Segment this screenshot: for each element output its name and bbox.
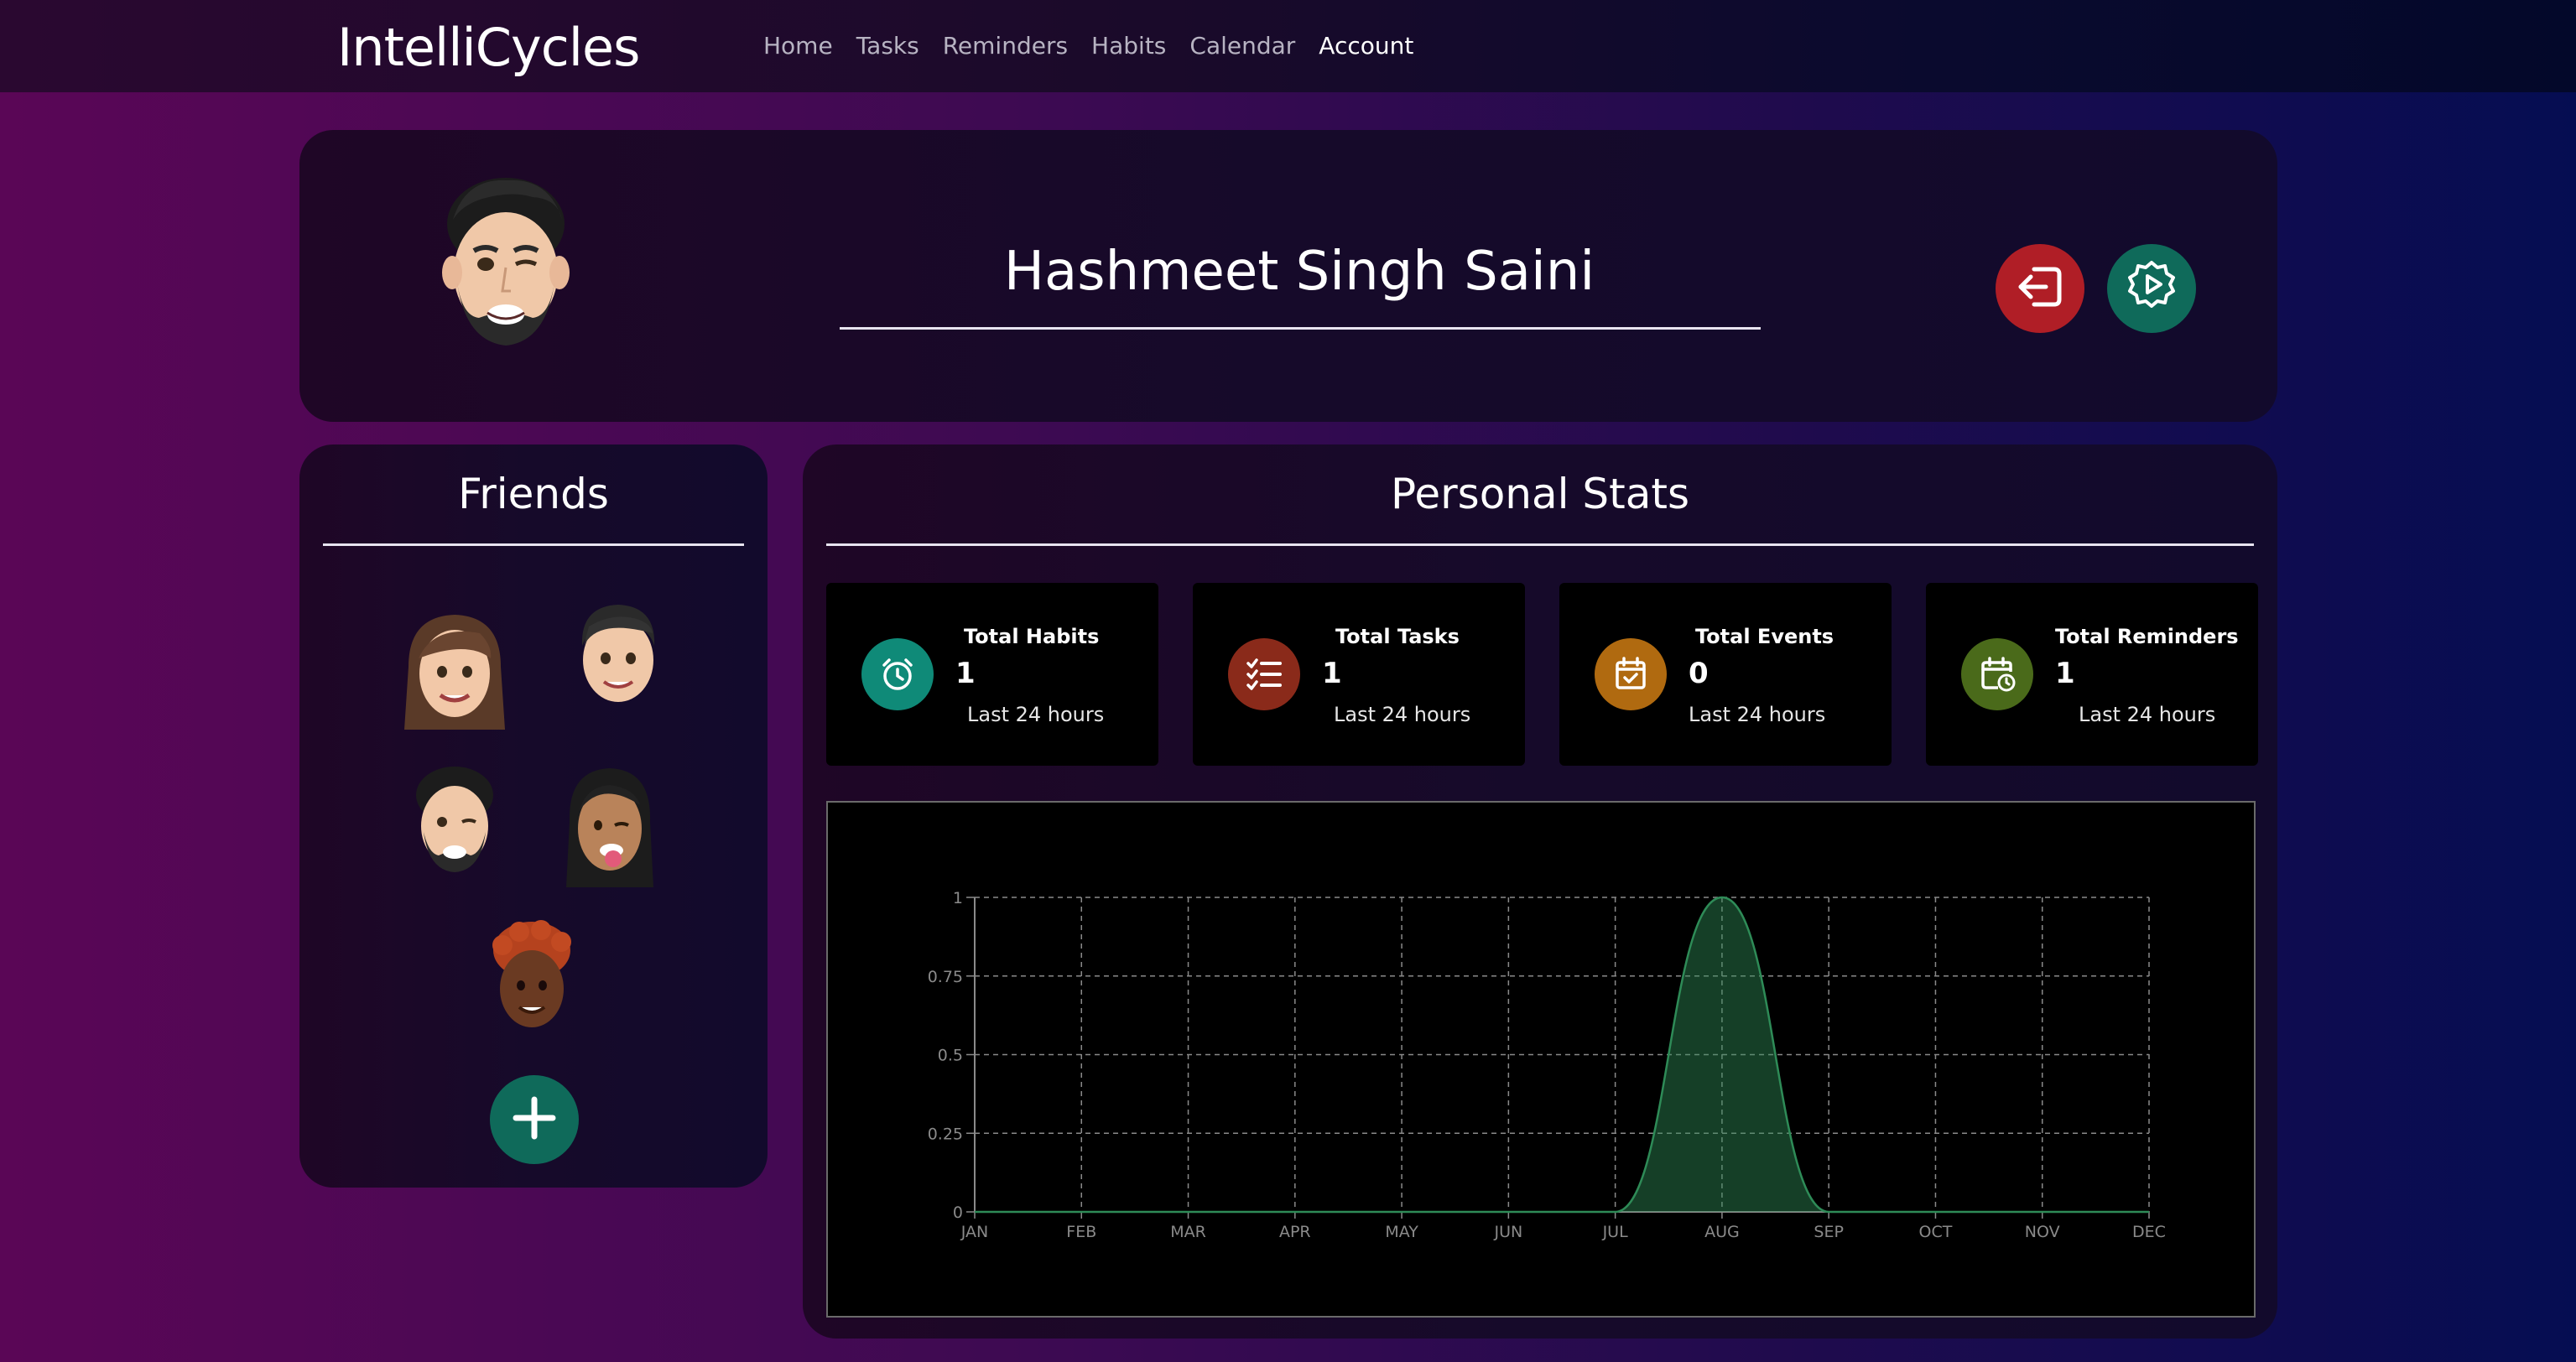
stat-value: 0 bbox=[1689, 657, 1709, 690]
calendar-check-icon bbox=[1595, 638, 1667, 710]
friends-title: Friends bbox=[458, 470, 609, 518]
x-tick-label: MAY bbox=[1385, 1223, 1418, 1241]
y-tick-label: 0 bbox=[953, 1203, 963, 1222]
top-navbar: IntelliCycles Home Tasks Reminders Habit… bbox=[0, 0, 2576, 92]
activity-chart: 0 0.25 0.5 0.75 1 JAN FEB MAR APR MAY JUN JUL AUG SEP… bbox=[826, 801, 2256, 1318]
app-brand[interactable]: IntelliCycles bbox=[337, 17, 640, 78]
stat-card-reminders: Total Reminders 1 Last 24 hours bbox=[1926, 583, 2258, 766]
friends-underline bbox=[323, 543, 744, 546]
calendar-clock-icon bbox=[1961, 638, 2033, 710]
personal-stats-panel: Personal Stats Total Habits 1 Last 24 ho… bbox=[803, 444, 2277, 1339]
x-tick-label: SEP bbox=[1814, 1223, 1844, 1241]
stat-label: Total Tasks bbox=[1335, 625, 1460, 648]
x-tick-label: AUG bbox=[1704, 1223, 1740, 1241]
nav-links: Home Tasks Reminders Habits Calendar Acc… bbox=[763, 32, 1413, 60]
settings-icon bbox=[2122, 257, 2181, 320]
task-list-icon bbox=[1228, 638, 1300, 710]
memoji-avatar-icon bbox=[432, 174, 580, 358]
stat-label: Total Habits bbox=[964, 625, 1100, 648]
x-tick-label: NOV bbox=[2025, 1223, 2060, 1241]
alarm-clock-icon bbox=[861, 638, 934, 710]
x-tick-label: FEB bbox=[1066, 1223, 1096, 1241]
stat-sub: Last 24 hours bbox=[1689, 703, 1826, 726]
friend-avatar-curly-red-hair-icon[interactable] bbox=[486, 920, 586, 1046]
friend-avatar-winking-beard-icon[interactable] bbox=[409, 763, 509, 889]
x-tick-label: DEC bbox=[2132, 1223, 2166, 1241]
stat-sub: Last 24 hours bbox=[967, 703, 1105, 726]
x-tick-label: OCT bbox=[1919, 1223, 1953, 1241]
friend-avatar-short-hair-icon[interactable] bbox=[572, 600, 673, 725]
y-tick-label: 0.75 bbox=[928, 968, 963, 986]
stat-value: 1 bbox=[955, 657, 976, 690]
x-tick-label: MAR bbox=[1170, 1223, 1206, 1241]
nav-calendar[interactable]: Calendar bbox=[1189, 32, 1295, 60]
friend-avatar-tongue-out-icon[interactable] bbox=[559, 763, 660, 889]
nav-account[interactable]: Account bbox=[1319, 32, 1413, 60]
stats-underline bbox=[826, 543, 2254, 546]
friend-avatar-long-hair-icon[interactable] bbox=[400, 608, 505, 734]
stat-sub: Last 24 hours bbox=[2079, 703, 2216, 726]
activity-area-chart: 0 0.25 0.5 0.75 1 JAN FEB MAR APR MAY JUN JUL AUG SEP… bbox=[928, 889, 2166, 1241]
profile-name: Hashmeet Singh Saini bbox=[1003, 241, 1595, 303]
stats-title: Personal Stats bbox=[1390, 470, 1690, 518]
profile-panel: Hashmeet Singh Saini bbox=[299, 130, 2277, 422]
y-tick-label: 0.25 bbox=[928, 1125, 963, 1143]
profile-name-underline bbox=[840, 327, 1761, 330]
y-tick-label: 1 bbox=[953, 889, 963, 907]
nav-habits[interactable]: Habits bbox=[1091, 32, 1166, 60]
x-tick-label: JAN bbox=[960, 1223, 988, 1241]
friends-panel: Friends bbox=[299, 444, 768, 1188]
stat-value: 1 bbox=[2055, 657, 2075, 690]
logout-icon bbox=[2011, 257, 2069, 320]
x-tick-label: JUN bbox=[1493, 1223, 1522, 1241]
stat-card-events: Total Events 0 Last 24 hours bbox=[1559, 583, 1892, 766]
y-tick-label: 0.5 bbox=[938, 1047, 963, 1065]
stat-label: Total Reminders bbox=[2055, 625, 2239, 648]
stat-value: 1 bbox=[1322, 657, 1342, 690]
logout-button[interactable] bbox=[1996, 244, 2084, 333]
stat-card-tasks: Total Tasks 1 Last 24 hours bbox=[1193, 583, 1525, 766]
x-tick-label: APR bbox=[1279, 1223, 1311, 1241]
nav-reminders[interactable]: Reminders bbox=[943, 32, 1068, 60]
settings-button[interactable] bbox=[2107, 244, 2196, 333]
nav-tasks[interactable]: Tasks bbox=[856, 32, 919, 60]
x-tick-label: JUL bbox=[1602, 1223, 1629, 1241]
stat-card-habits: Total Habits 1 Last 24 hours bbox=[826, 583, 1158, 766]
nav-home[interactable]: Home bbox=[763, 32, 833, 60]
plus-icon bbox=[509, 1093, 559, 1146]
stat-label: Total Events bbox=[1695, 625, 1834, 648]
stat-sub: Last 24 hours bbox=[1334, 703, 1471, 726]
add-friend-button[interactable] bbox=[490, 1075, 579, 1164]
